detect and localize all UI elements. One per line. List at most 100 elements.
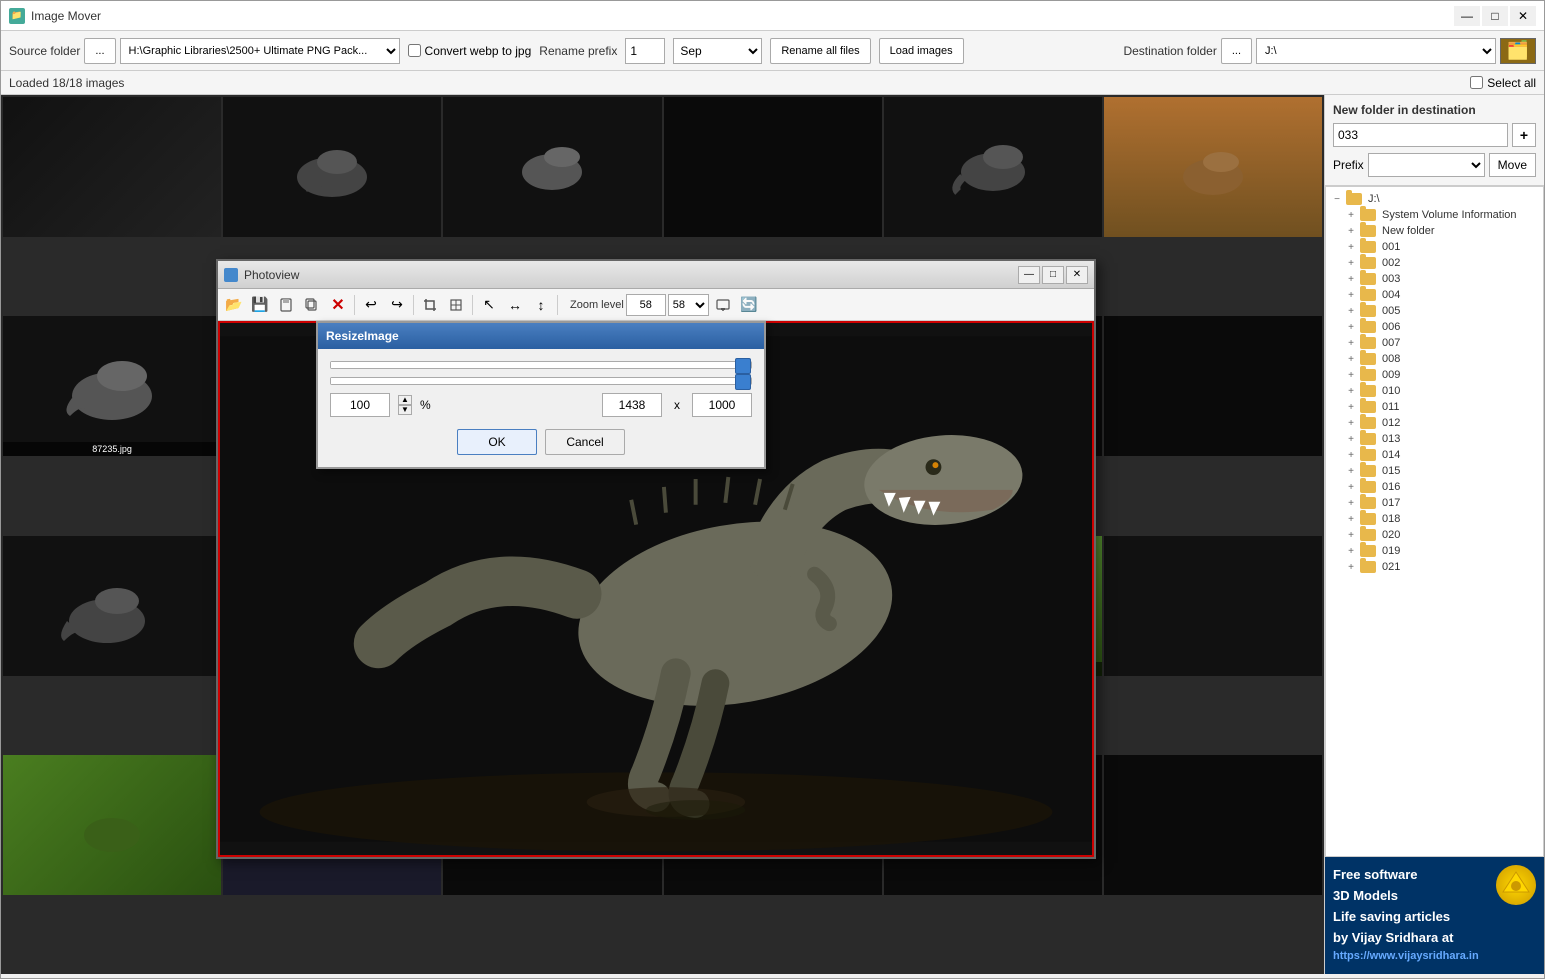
image-cell[interactable] <box>443 97 661 237</box>
prefix-select[interactable] <box>1368 153 1485 177</box>
tree-item-021[interactable]: + 021 <box>1344 559 1539 575</box>
tree-item-019[interactable]: + 019 <box>1344 543 1539 559</box>
width-input[interactable]: 1438 <box>602 393 662 417</box>
tree-toggle[interactable]: + <box>1344 496 1358 510</box>
tree-item-003[interactable]: + 003 <box>1344 271 1539 287</box>
maximize-button[interactable]: □ <box>1482 6 1508 26</box>
photoview-maximize-button[interactable]: □ <box>1042 266 1064 284</box>
tree-toggle[interactable]: + <box>1344 272 1358 286</box>
tree-item-016[interactable]: + 016 <box>1344 479 1539 495</box>
tree-item-sysvolinfo[interactable]: + System Volume Information <box>1344 207 1539 223</box>
close-button[interactable]: ✕ <box>1510 6 1536 26</box>
tree-toggle[interactable]: + <box>1344 528 1358 542</box>
rename-all-files-button[interactable]: Rename all files <box>770 38 870 64</box>
slider-thumb-1[interactable] <box>735 358 751 374</box>
tree-item-013[interactable]: + 013 <box>1344 431 1539 447</box>
tree-item-005[interactable]: + 005 <box>1344 303 1539 319</box>
zoom-monitor-button[interactable] <box>711 293 735 317</box>
image-cell[interactable] <box>223 97 441 237</box>
tree-toggle[interactable]: + <box>1344 288 1358 302</box>
tree-toggle[interactable]: + <box>1344 480 1358 494</box>
dialog-ok-button[interactable]: OK <box>457 429 537 455</box>
undo-tool-button[interactable]: ↩ <box>359 293 383 317</box>
tree-item-002[interactable]: + 002 <box>1344 255 1539 271</box>
tree-toggle[interactable]: + <box>1344 320 1358 334</box>
image-cell[interactable] <box>3 97 221 237</box>
folder-name-input[interactable]: 033 <box>1333 123 1508 147</box>
tree-item-015[interactable]: + 015 <box>1344 463 1539 479</box>
tree-toggle[interactable]: + <box>1344 544 1358 558</box>
tree-toggle[interactable]: + <box>1344 208 1358 222</box>
tree-toggle[interactable]: + <box>1344 384 1358 398</box>
tree-toggle-root[interactable]: − <box>1330 192 1344 206</box>
tree-toggle[interactable]: + <box>1344 336 1358 350</box>
zoom-value-input[interactable]: 58 <box>626 294 666 316</box>
tree-toggle[interactable]: + <box>1344 256 1358 270</box>
tree-item-014[interactable]: + 014 <box>1344 447 1539 463</box>
rename-sep-select[interactable]: Sep Dash Underscore <box>673 38 762 64</box>
flip-h-tool-button[interactable]: ↔ <box>503 293 527 317</box>
tree-item-012[interactable]: + 012 <box>1344 415 1539 431</box>
tree-toggle[interactable]: + <box>1344 560 1358 574</box>
photoview-close-button[interactable]: ✕ <box>1066 266 1088 284</box>
image-cell[interactable] <box>884 97 1102 237</box>
add-folder-button[interactable]: + <box>1512 123 1536 147</box>
tree-toggle[interactable]: + <box>1344 224 1358 238</box>
dest-icon-button[interactable]: 🗂️ <box>1500 38 1536 64</box>
save-tool-button[interactable] <box>274 293 298 317</box>
dest-path-select[interactable]: J:\ <box>1256 38 1496 64</box>
arrow-tool-button[interactable]: ↖ <box>477 293 501 317</box>
zoom-select[interactable]: 58 100 50 25 <box>668 294 709 316</box>
image-cell[interactable] <box>664 97 882 237</box>
source-folder-browse-button[interactable]: ... <box>84 38 115 64</box>
move-button[interactable]: Move <box>1489 153 1536 177</box>
tree-item-006[interactable]: + 006 <box>1344 319 1539 335</box>
tree-item-010[interactable]: + 010 <box>1344 383 1539 399</box>
copy-tool-button[interactable] <box>300 293 324 317</box>
tree-toggle[interactable]: + <box>1344 512 1358 526</box>
tree-item-017[interactable]: + 017 <box>1344 495 1539 511</box>
image-cell[interactable] <box>1104 97 1322 237</box>
open-tool-button[interactable]: 📂 <box>222 293 246 317</box>
load-images-button[interactable]: Load images <box>879 38 964 64</box>
tree-item-018[interactable]: + 018 <box>1344 511 1539 527</box>
folder-tree[interactable]: − J:\ + System Volume Information + New … <box>1325 186 1544 857</box>
convert-webp-label[interactable]: Convert webp to jpg <box>408 44 532 58</box>
slider-thumb-2[interactable] <box>735 374 751 390</box>
tree-item-020[interactable]: + 020 <box>1344 527 1539 543</box>
redo-tool-button[interactable]: ↪ <box>385 293 409 317</box>
tree-item-004[interactable]: + 004 <box>1344 287 1539 303</box>
refresh-tool-button[interactable]: 🔄 <box>737 293 761 317</box>
image-cell[interactable] <box>1104 755 1322 895</box>
tree-toggle[interactable]: + <box>1344 432 1358 446</box>
source-path-select[interactable]: H:\Graphic Libraries\2500+ Ultimate PNG … <box>120 38 400 64</box>
tree-item-009[interactable]: + 009 <box>1344 367 1539 383</box>
transform-tool-button[interactable] <box>444 293 468 317</box>
dialog-cancel-button[interactable]: Cancel <box>545 429 625 455</box>
rename-prefix-input[interactable]: 1 <box>625 38 665 64</box>
flip-v-tool-button[interactable]: ↕ <box>529 293 553 317</box>
dest-folder-browse-button[interactable]: ... <box>1221 38 1252 64</box>
image-cell-87235[interactable]: 87235.jpg <box>3 316 221 456</box>
image-cell[interactable] <box>1104 536 1322 676</box>
tree-item-001[interactable]: + 001 <box>1344 239 1539 255</box>
tree-toggle[interactable]: + <box>1344 400 1358 414</box>
tree-toggle[interactable]: + <box>1344 464 1358 478</box>
height-input[interactable]: 1000 <box>692 393 752 417</box>
select-all-label[interactable]: Select all <box>1470 76 1536 90</box>
tree-item-008[interactable]: + 008 <box>1344 351 1539 367</box>
photoview-minimize-button[interactable]: — <box>1018 266 1040 284</box>
percent-up-button[interactable]: ▲ <box>398 395 412 405</box>
close-tool-button[interactable]: ✕ <box>326 293 350 317</box>
promo-link[interactable]: https://www.vijaysridhara.in <box>1333 948 1479 966</box>
percent-input[interactable]: 100 <box>330 393 390 417</box>
tree-toggle[interactable]: + <box>1344 368 1358 382</box>
select-all-checkbox[interactable] <box>1470 76 1483 89</box>
tree-toggle[interactable]: + <box>1344 240 1358 254</box>
image-cell[interactable] <box>3 536 221 676</box>
percent-down-button[interactable]: ▼ <box>398 405 412 415</box>
tree-toggle[interactable]: + <box>1344 416 1358 430</box>
save-as-tool-button[interactable]: 💾 <box>248 293 272 317</box>
image-cell[interactable] <box>3 755 221 895</box>
tree-item-011[interactable]: + 011 <box>1344 399 1539 415</box>
